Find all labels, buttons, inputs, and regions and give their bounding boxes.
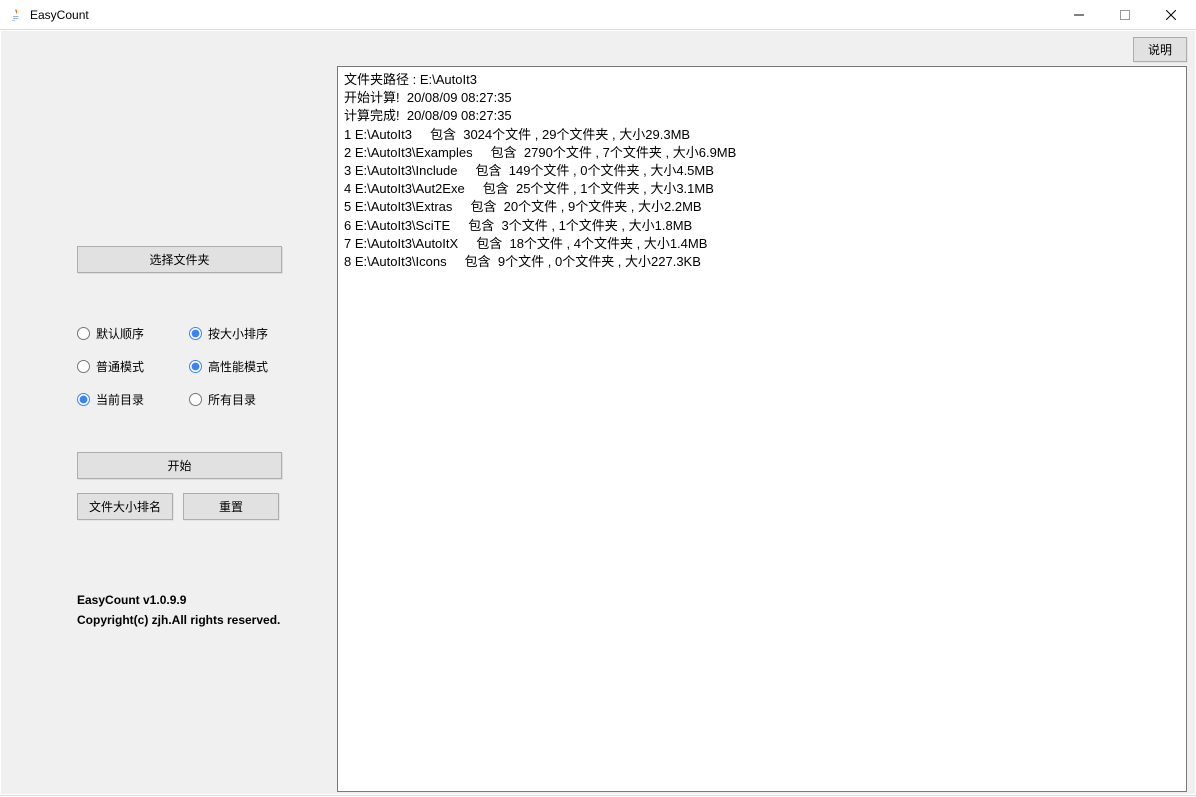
maximize-button[interactable] xyxy=(1102,0,1148,30)
radio-default-order[interactable]: 默认顺序 xyxy=(77,325,189,342)
titlebar: EasyCount xyxy=(0,0,1196,30)
top-toolbar: 说明 xyxy=(1,31,1195,66)
rank-button[interactable]: 文件大小排名 xyxy=(77,493,173,520)
window-controls xyxy=(1056,0,1194,29)
window-title: EasyCount xyxy=(30,8,1056,22)
start-button[interactable]: 开始 xyxy=(77,452,282,479)
radio-normal-mode[interactable]: 普通模式 xyxy=(77,358,189,375)
lower-buttons: 文件大小排名 重置 xyxy=(77,493,327,520)
radio-size-order-input[interactable] xyxy=(189,327,202,340)
radio-current-dir-label: 当前目录 xyxy=(96,391,144,408)
radio-current-dir-input[interactable] xyxy=(77,393,90,406)
app-body: 说明 选择文件夹 默认顺序 按大小排序 xyxy=(0,30,1196,795)
radio-all-dirs-input[interactable] xyxy=(189,393,202,406)
radio-size-order-label: 按大小排序 xyxy=(208,325,268,342)
java-app-icon xyxy=(8,7,24,23)
radio-high-perf-mode-label: 高性能模式 xyxy=(208,358,268,375)
radio-options: 默认顺序 按大小排序 普通模式 高性能模式 xyxy=(77,325,327,424)
radio-all-dirs-label: 所有目录 xyxy=(208,391,256,408)
radio-high-perf-mode[interactable]: 高性能模式 xyxy=(189,358,301,375)
copyright-text: Copyright(c) zjh.All rights reserved. xyxy=(77,610,327,630)
radio-current-dir[interactable]: 当前目录 xyxy=(77,391,189,408)
radio-normal-mode-input[interactable] xyxy=(77,360,90,373)
radio-default-order-label: 默认顺序 xyxy=(96,325,144,342)
version-text: EasyCount v1.0.9.9 xyxy=(77,590,327,610)
radio-high-perf-mode-input[interactable] xyxy=(189,360,202,373)
help-button[interactable]: 说明 xyxy=(1133,37,1187,62)
minimize-button[interactable] xyxy=(1056,0,1102,30)
select-folder-button[interactable]: 选择文件夹 xyxy=(77,246,282,273)
radio-normal-mode-label: 普通模式 xyxy=(96,358,144,375)
reset-button[interactable]: 重置 xyxy=(183,493,279,520)
close-button[interactable] xyxy=(1148,0,1194,30)
output-textarea[interactable]: 文件夹路径 : E:\AutoIt3 开始计算! 20/08/09 08:27:… xyxy=(337,66,1187,792)
radio-all-dirs[interactable]: 所有目录 xyxy=(189,391,301,408)
info-block: EasyCount v1.0.9.9 Copyright(c) zjh.All … xyxy=(77,590,327,631)
left-panel: 选择文件夹 默认顺序 按大小排序 普通模式 xyxy=(9,66,327,788)
main-area: 选择文件夹 默认顺序 按大小排序 普通模式 xyxy=(1,66,1195,794)
radio-default-order-input[interactable] xyxy=(77,327,90,340)
radio-size-order[interactable]: 按大小排序 xyxy=(189,325,301,342)
